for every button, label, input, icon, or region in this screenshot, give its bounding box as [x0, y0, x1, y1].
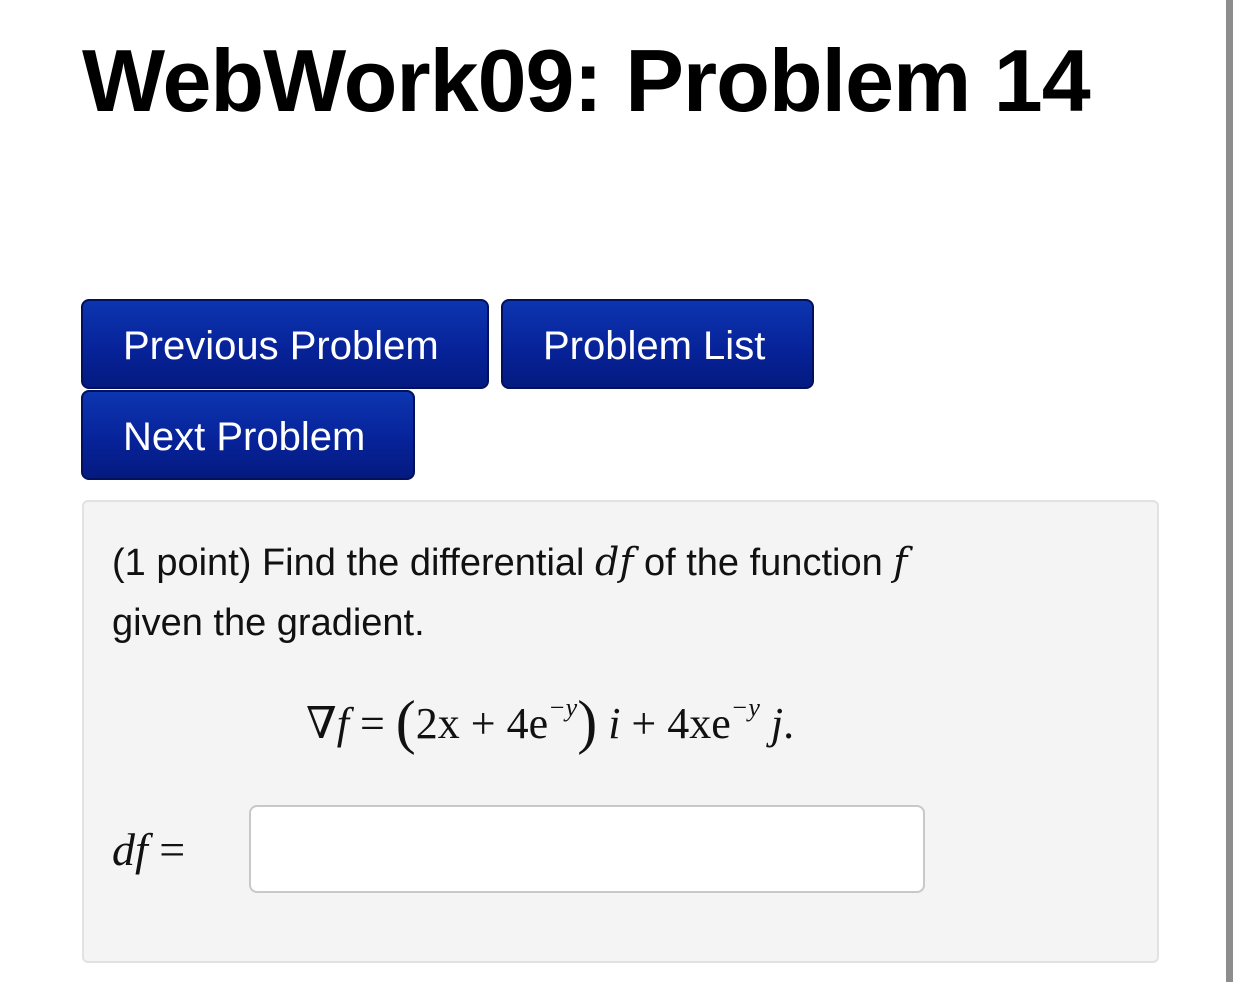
points-label: (1 point): [112, 542, 252, 584]
formula-term1: 2x + 4e: [415, 699, 549, 748]
math-df: df: [595, 540, 634, 584]
problem-statement: (1 point) Find the differential df of th…: [112, 532, 1122, 653]
formula-end: .: [783, 699, 795, 748]
math-f: f: [893, 540, 908, 584]
formula-plus: +: [631, 699, 657, 748]
answer-label-equals: =: [159, 824, 186, 875]
formula-exp1: −y: [548, 693, 578, 722]
next-problem-button[interactable]: Next Problem: [81, 390, 415, 480]
answer-label-df: df: [112, 824, 148, 875]
previous-problem-button[interactable]: Previous Problem: [81, 299, 489, 389]
scrollbar-edge: [1226, 0, 1233, 982]
problem-list-button[interactable]: Problem List: [501, 299, 814, 389]
formula-term2: 4xe: [667, 699, 731, 748]
answer-input[interactable]: [249, 805, 925, 893]
formula-open-paren: (: [395, 689, 416, 755]
answer-label: df =: [112, 820, 185, 880]
gradient-formula: ∇f = (2x + 4e−y) i + 4xe−y j.: [306, 692, 794, 754]
statement-text-2: of the function: [643, 542, 883, 584]
formula-lhs: ∇f: [306, 699, 349, 748]
formula-exp2: −y: [730, 693, 760, 722]
statement-text-3: given the gradient.: [112, 602, 425, 644]
formula-i: i: [608, 699, 621, 748]
problem-panel: (1 point) Find the differential df of th…: [82, 500, 1159, 963]
formula-j: j: [770, 699, 784, 748]
webwork-problem-page: WebWork09: Problem 14 Previous Problem P…: [0, 0, 1242, 982]
formula-close-paren: ): [577, 689, 598, 755]
statement-text-1: Find the differential: [261, 542, 585, 584]
formula-equals: =: [359, 699, 385, 748]
page-title: WebWork09: Problem 14: [82, 31, 1091, 130]
